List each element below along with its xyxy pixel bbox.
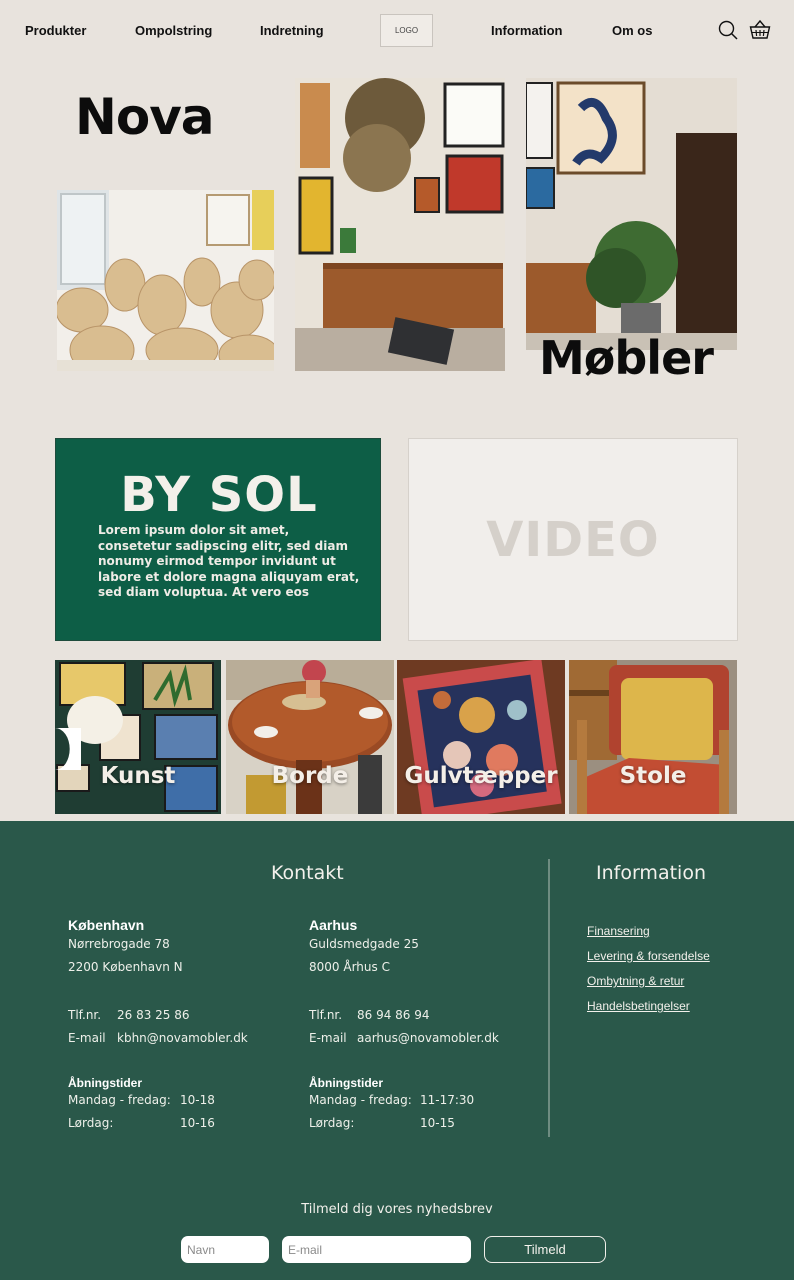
newsletter-name-input[interactable] [181,1236,269,1263]
link-levering[interactable]: Levering & forsendelse [587,949,710,963]
weekday-hours: 10-18 [180,1093,215,1107]
opening-hours-title: Åbningstider [68,1076,142,1090]
store-street: Nørrebrogade 78 [68,937,170,951]
category-gulvtaepper[interactable]: Gulvtæpper [397,660,565,814]
link-ombytning[interactable]: Ombytning & retur [587,974,684,988]
footer: Kontakt Information København Nørrebroga… [0,821,794,1280]
link-finansering[interactable]: Finansering [587,924,650,938]
top-navigation: Produkter Ompolstring Indretning LOGO In… [0,0,794,62]
category-kunst[interactable]: Kunst [55,660,221,814]
email-label: E-mail [309,1031,347,1045]
store-street: Guldsmedgade 25 [309,937,419,951]
search-icon[interactable] [717,19,739,41]
store-email[interactable]: aarhus@novamobler.dk [357,1031,499,1045]
store-postal: 2200 København N [68,960,183,974]
category-label: Kunst [100,763,176,789]
store-phone[interactable]: 86 94 86 94 [357,1008,430,1022]
by-sol-title: BY SOL [120,467,318,523]
by-sol-text: Lorem ipsum dolor sit amet, consetetur s… [98,523,360,599]
weekday-label: Mandag - fredag: [309,1093,412,1107]
store-city-aarhus: Aarhus [309,917,358,933]
nav-ompolstring[interactable]: Ompolstring [135,23,212,38]
hero-title-mobler: Møbler [539,331,714,385]
nav-information[interactable]: Information [491,23,563,38]
footer-divider [548,859,550,1137]
phone-label: Tlf.nr. [309,1008,343,1022]
category-label: Borde [271,763,349,789]
category-label: Stole [619,763,687,789]
saturday-label: Lørdag: [68,1116,114,1130]
weekday-hours: 11-17:30 [420,1093,475,1107]
video-label: VIDEO [486,511,660,568]
saturday-hours: 10-15 [420,1116,455,1130]
store-email[interactable]: kbhn@novamobler.dk [117,1031,248,1045]
nav-produkter[interactable]: Produkter [25,23,86,38]
weekday-label: Mandag - fredag: [68,1093,171,1107]
basket-icon[interactable] [749,19,771,41]
nav-indretning[interactable]: Indretning [260,23,324,38]
category-stole[interactable]: Stole [569,660,737,814]
category-borde[interactable]: Borde [226,660,394,814]
category-label: Gulvtæpper [404,763,558,789]
link-handelsbetingelser[interactable]: Handelsbetingelser [587,999,690,1013]
saturday-hours: 10-16 [180,1116,215,1130]
hero-title-nova: Nova [75,88,215,146]
info-heading: Information [596,862,706,884]
newsletter-title: Tilmeld dig vores nyhedsbrev [301,1202,493,1217]
phone-label: Tlf.nr. [68,1008,102,1022]
plant-room-photo [526,78,737,350]
living-room-photo [295,78,505,371]
store-city-kobenhavn: København [68,917,145,933]
contact-heading: Kontakt [271,862,344,884]
logo[interactable]: LOGO [380,14,433,47]
newsletter-submit-button[interactable]: Tilmeld [484,1236,606,1263]
saturday-label: Lørdag: [309,1116,355,1130]
by-sol-panel: BY SOL Lorem ipsum dolor sit amet, conse… [55,438,381,641]
opening-hours-title: Åbningstider [309,1076,383,1090]
nav-om-os[interactable]: Om os [612,23,652,38]
email-label: E-mail [68,1031,106,1045]
video-placeholder[interactable]: VIDEO [408,438,738,641]
store-postal: 8000 Århus C [309,960,390,974]
newsletter-email-input[interactable] [282,1236,471,1263]
baskets-photo [57,190,274,371]
store-phone[interactable]: 26 83 25 86 [117,1008,190,1022]
logo-text: LOGO [394,26,419,35]
